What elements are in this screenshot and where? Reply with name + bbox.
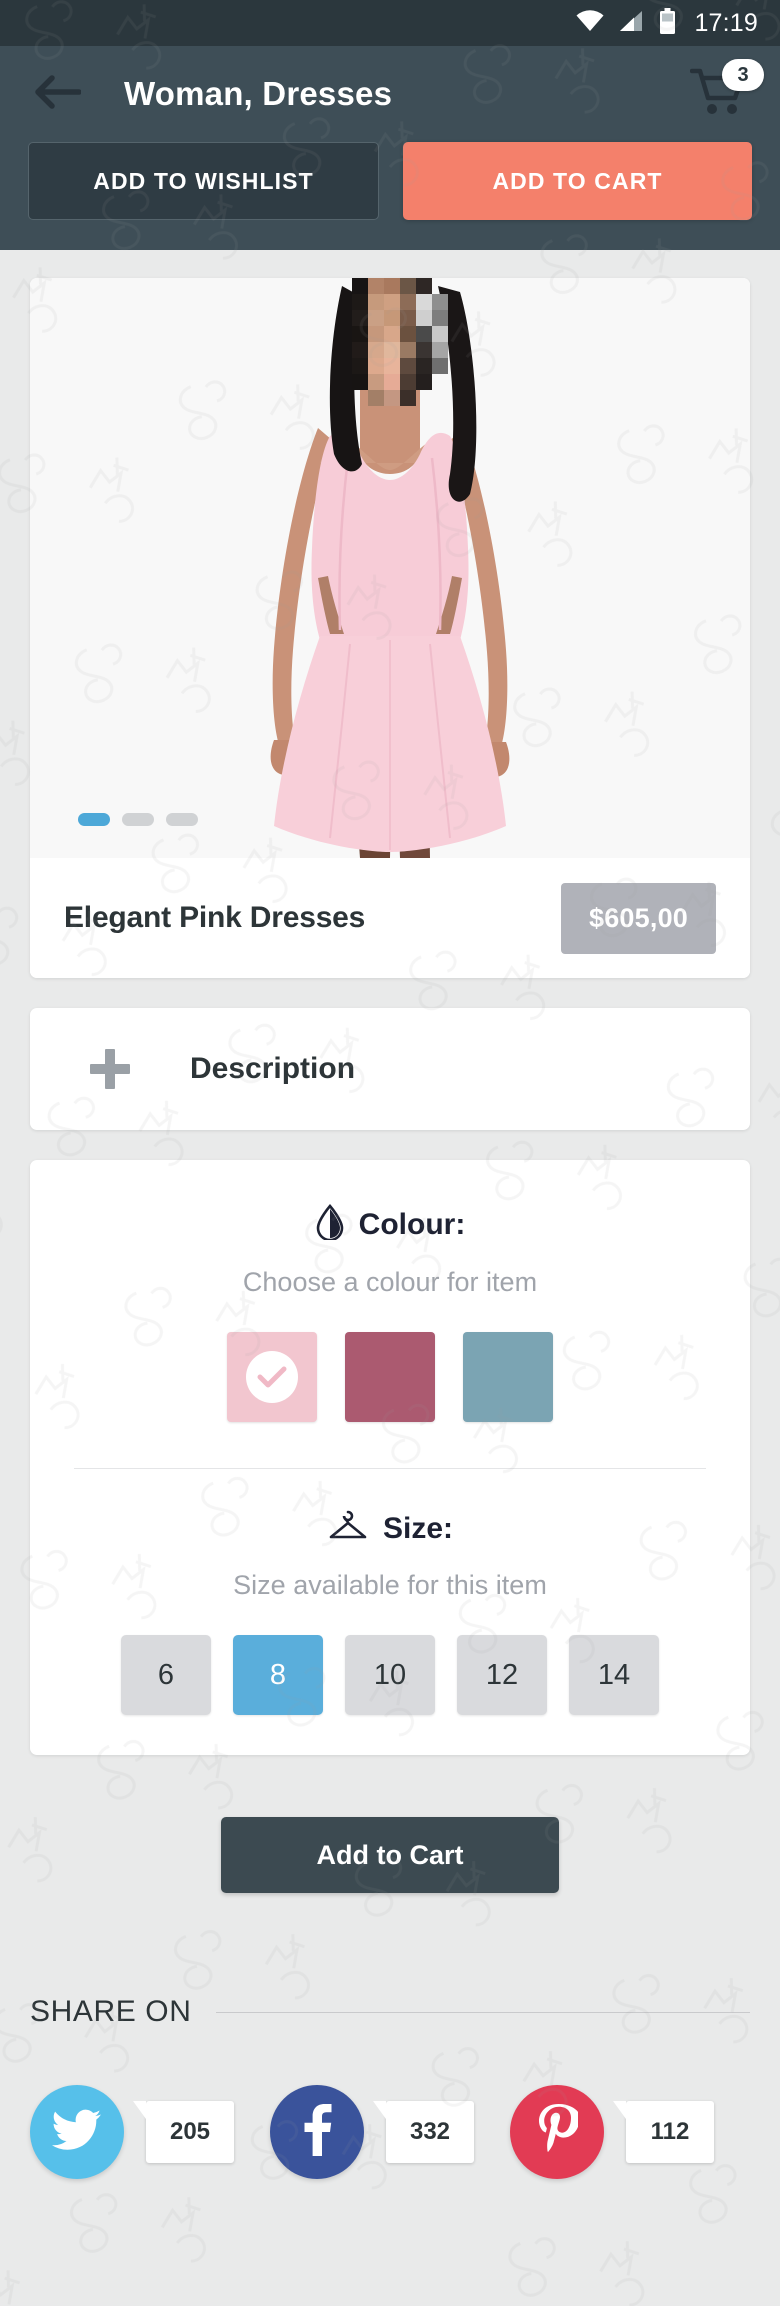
share-section-header: SHARE ON: [0, 1995, 780, 2029]
add-to-cart-button-main[interactable]: Add to Cart: [221, 1817, 559, 1893]
twitter-icon: [51, 2108, 103, 2157]
droplet-icon: [315, 1204, 345, 1245]
add-to-cart-wrap: Add to Cart: [0, 1817, 780, 1893]
signal-icon: [618, 9, 646, 38]
carousel-dot-3[interactable]: [166, 813, 198, 826]
add-to-wishlist-button[interactable]: ADD TO WISHLIST: [28, 142, 379, 220]
colour-swatch-rose-mauve[interactable]: [345, 1332, 435, 1422]
description-accordion[interactable]: Description: [30, 1008, 750, 1130]
product-photo: [30, 278, 750, 858]
status-bar-clock: 17:19: [694, 8, 758, 37]
status-bar: 17:19: [0, 0, 780, 46]
share-buttons-row: 205 332 112: [0, 2085, 780, 2179]
plus-icon: [90, 1049, 130, 1089]
colour-swatch-blue-grey[interactable]: [463, 1332, 553, 1422]
colour-subtitle: Choose a colour for item: [242, 1267, 538, 1297]
pinterest-icon: [536, 2103, 580, 2161]
back-arrow-icon: [35, 74, 82, 114]
share-item-facebook: 332: [270, 2085, 510, 2179]
share-label: SHARE ON: [30, 1995, 192, 2028]
twitter-share-count: 205: [133, 2101, 234, 2163]
share-divider: [215, 2011, 750, 2013]
size-option-10[interactable]: 10: [345, 1635, 435, 1715]
size-section-header: Size:: [30, 1509, 750, 1548]
product-card: Elegant Pink Dresses $605,00: [30, 278, 750, 978]
size-option-14[interactable]: 14: [569, 1635, 659, 1715]
product-title: Elegant Pink Dresses: [64, 901, 366, 934]
twitter-share-button[interactable]: [30, 2085, 124, 2179]
product-price: $605,00: [561, 882, 716, 954]
product-image-gallery[interactable]: [30, 278, 750, 858]
check-icon: [246, 1351, 298, 1403]
pinterest-share-button[interactable]: [510, 2085, 604, 2179]
size-title: Size:: [382, 1511, 454, 1545]
battery-icon: [659, 7, 676, 39]
content-area: Elegant Pink Dresses $605,00 Description…: [0, 278, 780, 2179]
carousel-dot-2[interactable]: [122, 813, 154, 826]
colour-swatch-row: [30, 1332, 750, 1422]
carousel-indicator[interactable]: [78, 813, 198, 826]
size-option-12[interactable]: 12: [457, 1635, 547, 1715]
page-title: Woman, Dresses: [124, 75, 393, 112]
product-detail-screen: 17:19 Woman, Dresses 3 ADD TO WISHLIST A…: [0, 0, 780, 2306]
colour-title: Colour:: [358, 1207, 466, 1241]
description-label: Description: [190, 1052, 356, 1085]
colour-section-header: Colour:: [30, 1204, 750, 1245]
product-meta-row: Elegant Pink Dresses $605,00: [30, 858, 750, 978]
size-subtitle: Size available for this item: [233, 1570, 547, 1600]
colour-swatch-light-pink[interactable]: [227, 1332, 317, 1422]
options-card: Colour: Choose a colour for item Size: S…: [30, 1160, 750, 1755]
wifi-icon: [575, 9, 605, 38]
size-option-row: 6 8 10 12 14: [30, 1635, 750, 1715]
share-item-pinterest: 112: [510, 2085, 750, 2179]
back-button[interactable]: [30, 66, 86, 122]
add-to-cart-button-top[interactable]: ADD TO CART: [403, 142, 752, 220]
hanger-icon: [327, 1509, 369, 1548]
share-item-twitter: 205: [30, 2085, 270, 2179]
carousel-dot-1[interactable]: [78, 813, 110, 826]
options-divider: [74, 1468, 706, 1469]
pinterest-share-count: 112: [613, 2101, 714, 2163]
shopping-cart-icon: [689, 68, 746, 122]
size-option-6[interactable]: 6: [121, 1635, 211, 1715]
cart-badge-count: 3: [722, 59, 764, 91]
facebook-share-button[interactable]: [270, 2085, 364, 2179]
facebook-share-count: 332: [373, 2101, 474, 2163]
header-action-row: ADD TO WISHLIST ADD TO CART: [0, 142, 780, 220]
facebook-icon: [302, 2103, 332, 2161]
cart-button[interactable]: 3: [689, 59, 764, 122]
app-bar: Woman, Dresses 3 ADD TO WISHLIST ADD TO …: [0, 46, 780, 250]
size-option-8[interactable]: 8: [233, 1635, 323, 1715]
